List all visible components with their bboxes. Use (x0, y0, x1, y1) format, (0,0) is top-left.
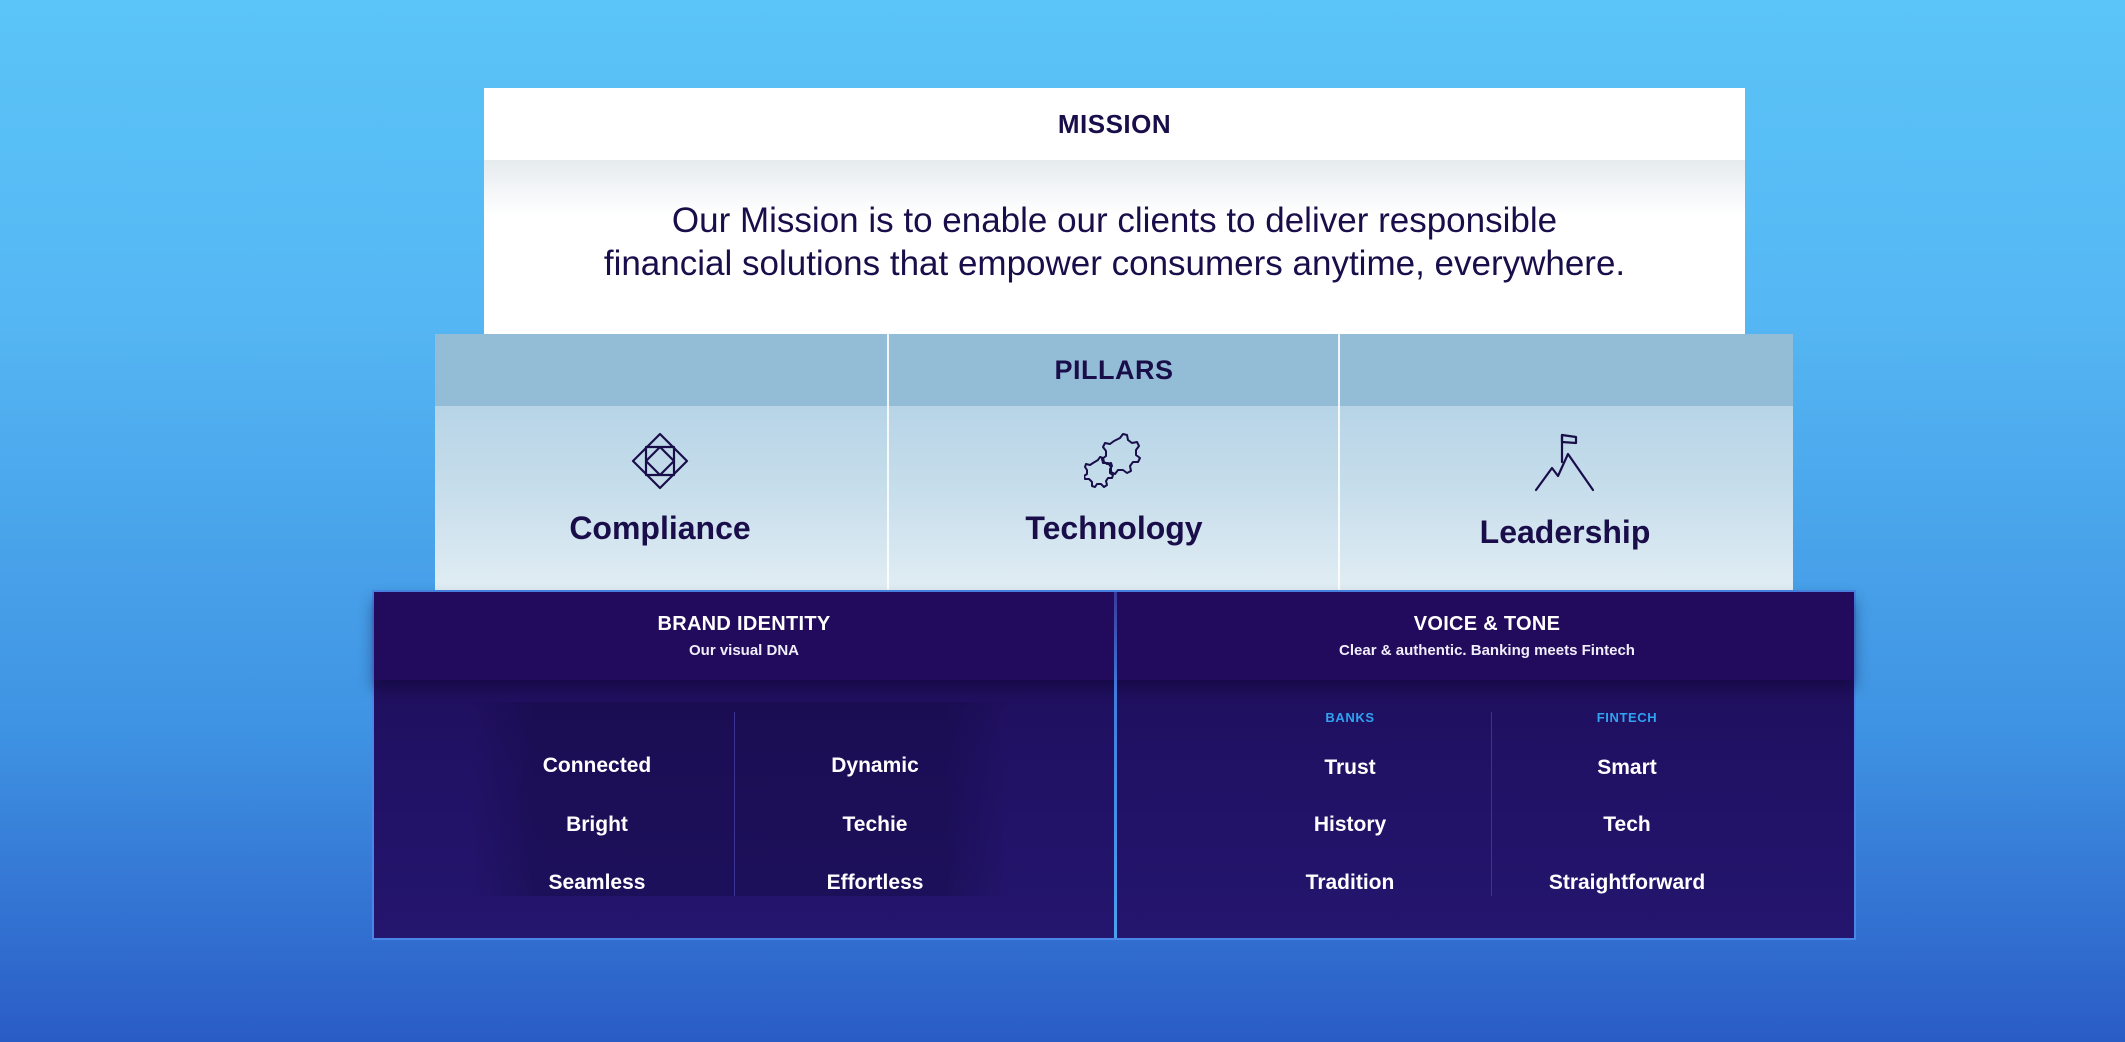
mission-statement: Our Mission is to enable our clients to … (484, 160, 1745, 334)
pillars-title: PILLARS (1054, 354, 1174, 385)
voice-tone-subtitle: Clear & authentic. Banking meets Fintech (1339, 642, 1635, 659)
brand-word: Seamless (548, 871, 646, 894)
fintech-word: Straightforward (1548, 871, 1706, 894)
mission-card: MISSION Our Mission is to enable our cli… (484, 88, 1745, 334)
banks-label: BANKS (1325, 710, 1375, 725)
mission-line-1: Our Mission is to enable our clients to … (671, 201, 1558, 240)
brand-identity-subtitle: Our visual DNA (688, 642, 800, 659)
pillar-label: Leadership (1479, 514, 1651, 550)
voice-tone-title: VOICE & TONE (1413, 613, 1561, 635)
brand-words-background (470, 702, 1010, 896)
voice-tone-header: VOICE & TONE Clear & authentic. Banking … (1117, 592, 1857, 680)
fintech-word: Tech (1603, 813, 1651, 836)
brand-word: Connected (542, 754, 652, 777)
pillar-label: Technology (1025, 510, 1203, 546)
gears-icon (1084, 433, 1141, 488)
brand-identity-title: BRAND IDENTITY (657, 613, 831, 635)
pillars-section: PILLARS Compliance Technology Leadership (435, 334, 1793, 590)
mountain-flag-icon (1534, 433, 1595, 492)
column-divider (1491, 712, 1492, 896)
brand-word: Dynamic (831, 754, 919, 777)
pillar-leadership: Leadership (1340, 406, 1790, 590)
diamond-frame-icon (631, 432, 689, 490)
brand-word: Bright (566, 813, 628, 836)
banks-word: History (1313, 813, 1387, 836)
column-divider (734, 712, 735, 896)
pillar-label: Compliance (569, 510, 751, 546)
brand-word: Techie (842, 813, 908, 836)
identity-voice-section: BRAND IDENTITY Our visual DNA Connected … (372, 590, 1856, 940)
pillar-compliance: Compliance (435, 406, 885, 590)
mission-title: MISSION (1057, 108, 1172, 139)
fintech-label: FINTECH (1596, 710, 1658, 725)
pillar-technology: Technology (889, 406, 1339, 590)
brand-identity-header: BRAND IDENTITY Our visual DNA (374, 592, 1114, 680)
mission-line-2: financial solutions that empower consume… (603, 244, 1626, 283)
banks-word: Tradition (1305, 871, 1395, 894)
fintech-word: Smart (1597, 756, 1657, 779)
banks-word: Trust (1324, 756, 1376, 779)
brand-word: Effortless (826, 871, 924, 894)
